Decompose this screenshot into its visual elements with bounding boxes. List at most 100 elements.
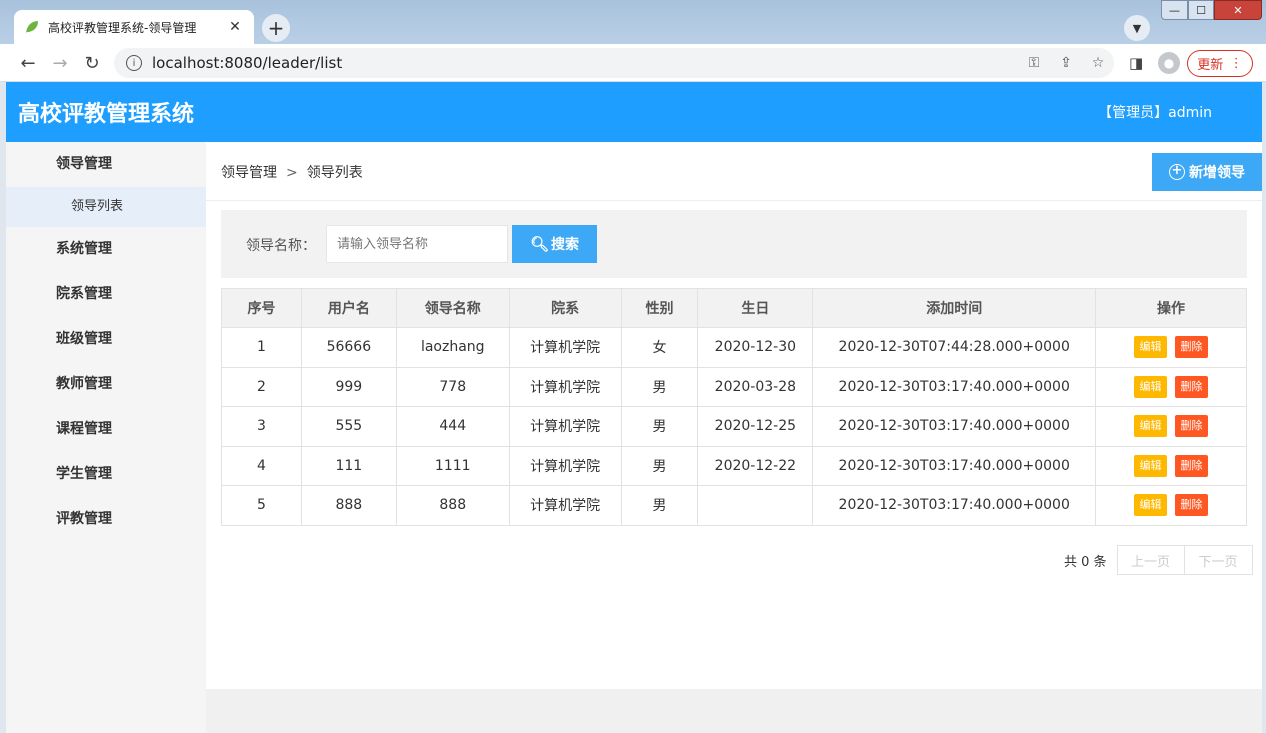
table-cell: 男 [620,445,699,486]
column-header: 领导名称 [395,288,510,328]
tab-close-icon[interactable]: ✕ [226,19,244,35]
app-title: 高校评教管理系统 [18,102,195,127]
table-cell [697,485,814,526]
new-tab-button[interactable]: + [262,14,290,42]
update-button[interactable]: 更新 ⋮ [1187,50,1253,77]
main-content: 领导管理 > 领导列表 + 新增领导 领导名称： 🔍︎ 搜索 序号 用户名 领导名称… [206,142,1262,689]
reload-icon[interactable]: ↻ [81,52,103,74]
key-icon[interactable]: ⚿ [1018,55,1050,71]
breadcrumb-parent[interactable]: 领导管理 [221,165,277,181]
sidebar-item-system-management[interactable]: 系统管理 [6,227,206,272]
column-header: 性别 [620,288,699,328]
delete-button[interactable]: 删除 [1175,454,1209,477]
site-info-icon[interactable]: i [126,55,142,71]
column-header: 操作 [1095,288,1247,328]
delete-button[interactable]: 删除 [1175,494,1209,517]
table-cell: 2020-12-30T07:44:28.000+0000 [812,327,1097,368]
actions-cell: 编辑 删除 [1095,485,1247,526]
table-cell: 1 [221,327,302,368]
column-header: 添加时间 [812,288,1097,328]
table-cell: 2020-12-22 [697,445,814,486]
table-header-row: 序号 用户名 领导名称 院系 性别 生日 添加时间 操作 [221,288,1247,328]
next-page-button[interactable]: 下一页 [1184,545,1253,575]
tab-search-chevron-icon[interactable]: ▼ [1124,15,1150,41]
table-cell: 计算机学院 [508,445,622,486]
leader-table: 序号 用户名 领导名称 院系 性别 生日 添加时间 操作 1 56666 lao… [221,288,1247,526]
table-cell: 999 [300,366,397,407]
column-header: 序号 [221,288,302,328]
window-maximize-button[interactable]: ☐ [1188,0,1214,20]
breadcrumb-separator: > [286,165,298,181]
search-button-label: 搜索 [551,237,580,253]
delete-button[interactable]: 删除 [1175,375,1209,398]
sidebar-item-course-management[interactable]: 课程管理 [6,407,206,452]
sidebar-item-teacher-management[interactable]: 教师管理 [6,362,206,407]
table-cell: 1111 [395,445,510,486]
total-count: 共 0 条 [1064,554,1107,570]
browser-tabstrip: 高校评教管理系统-领导管理 ✕ + ▼ — ☐ ✕ [0,0,1266,44]
column-header: 生日 [697,288,814,328]
leaf-icon [26,21,38,33]
actions-cell: 编辑 删除 [1095,406,1247,447]
edit-button[interactable]: 编辑 [1134,415,1168,438]
sidebar-item-leader-list[interactable]: 领导列表 [6,187,206,227]
forward-arrow-icon[interactable]: → [49,52,71,74]
table-cell: laozhang [395,327,510,368]
sidebar: 领导管理 领导列表 系统管理 院系管理 班级管理 教师管理 课程管理 学生管理 … [6,142,206,733]
delete-button[interactable]: 删除 [1175,415,1209,438]
table-cell: 111 [300,445,397,486]
edit-button[interactable]: 编辑 [1134,375,1168,398]
table-cell: 2020-12-30T03:17:40.000+0000 [812,366,1097,407]
breadcrumb-current: 领导列表 [306,165,363,181]
table-row: 3 555 444 计算机学院 男 2020-12-25 2020-12-30T… [221,406,1247,447]
sidebar-item-student-management[interactable]: 学生管理 [6,452,206,497]
table-cell: 2020-12-30T03:17:40.000+0000 [812,406,1097,447]
leader-name-search-input[interactable] [326,225,508,263]
table-cell: 555 [300,406,397,447]
column-header: 用户名 [300,288,397,328]
profile-avatar-icon[interactable]: ● [1158,52,1180,74]
table-cell: 2 [221,366,302,407]
search-bar: 领导名称： 🔍︎ 搜索 [221,210,1247,278]
table-cell: 888 [395,485,510,526]
add-leader-label: 新增领导 [1189,165,1245,181]
sidebar-item-department-management[interactable]: 院系管理 [6,272,206,317]
address-bar[interactable]: i localhost:8080/leader/list ⚿ ⇪ ☆ [114,48,1114,78]
add-leader-button[interactable]: + 新增领导 [1152,153,1262,191]
table-cell: 计算机学院 [508,485,622,526]
table-cell: 男 [620,485,699,526]
bookmark-star-icon[interactable]: ☆ [1082,55,1114,71]
table-cell: 444 [395,406,510,447]
table-cell: 3 [221,406,302,447]
edit-button[interactable]: 编辑 [1134,494,1168,517]
column-header: 院系 [508,288,622,328]
sidebar-item-evaluation-management[interactable]: 评教管理 [6,497,206,542]
actions-cell: 编辑 删除 [1095,445,1247,486]
share-icon[interactable]: ⇪ [1050,55,1082,71]
browser-tab[interactable]: 高校评教管理系统-领导管理 ✕ [14,10,254,44]
pagination: 共 0 条 上一页 下一页 [1064,545,1253,575]
current-user[interactable]: 【管理员】admin [1098,102,1212,122]
window-close-button[interactable]: ✕ [1214,0,1262,20]
table-cell: 计算机学院 [508,406,622,447]
delete-button[interactable]: 删除 [1175,336,1209,359]
sidebar-item-class-management[interactable]: 班级管理 [6,317,206,362]
divider [206,200,1262,201]
search-label: 领导名称： [246,238,316,254]
address-url[interactable]: localhost:8080/leader/list [152,54,1018,72]
table-cell: 778 [395,366,510,407]
app-header: 高校评教管理系统 【管理员】admin [6,82,1262,142]
actions-cell: 编辑 删除 [1095,366,1247,407]
window-minimize-button[interactable]: — [1161,0,1188,20]
side-panel-icon[interactable]: ◨ [1129,54,1143,72]
table-cell: 计算机学院 [508,327,622,368]
table-cell: 2020-12-30T03:17:40.000+0000 [812,485,1097,526]
table-cell: 2020-12-25 [697,406,814,447]
back-arrow-icon[interactable]: ← [17,52,39,74]
edit-button[interactable]: 编辑 [1134,336,1168,359]
search-button[interactable]: 🔍︎ 搜索 [512,225,597,263]
prev-page-button[interactable]: 上一页 [1116,545,1185,575]
sidebar-item-leader-management[interactable]: 领导管理 [6,142,206,187]
more-menu-icon[interactable]: ⋮ [1230,56,1243,71]
edit-button[interactable]: 编辑 [1134,454,1168,477]
